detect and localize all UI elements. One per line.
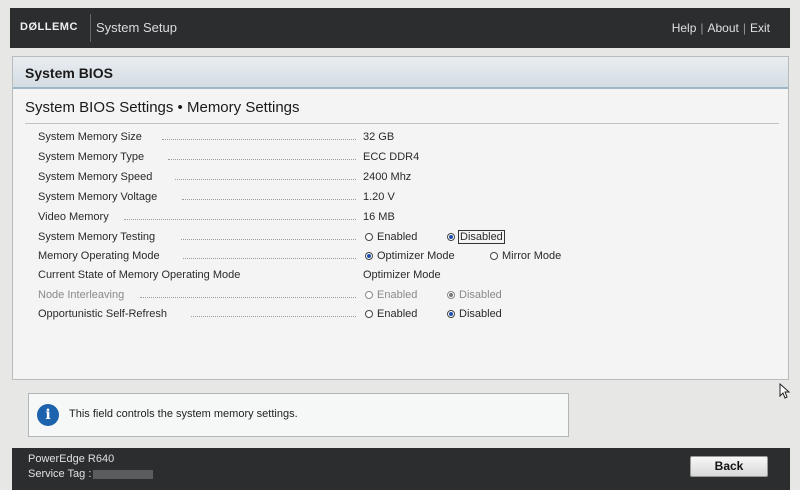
radio-enabled[interactable]: Enabled [365, 231, 417, 243]
radio-circle-icon [365, 233, 373, 241]
setting-row-video-memory: Video Memory 16 MB [38, 209, 758, 228]
radio-enabled: Enabled [365, 289, 417, 301]
back-button[interactable]: Back [690, 456, 768, 477]
help-link[interactable]: Help [672, 21, 697, 35]
panel-title: System BIOS [25, 65, 113, 81]
setting-row-memory-speed: System Memory Speed 2400 Mhz [38, 169, 758, 188]
radio-selected-icon [447, 233, 455, 241]
setting-value: 1.20 V [363, 191, 395, 203]
setting-row-memory-testing: System Memory Testing Enabled Disabled [38, 229, 758, 248]
panel-header: System BIOS [13, 57, 788, 89]
setting-value: 32 GB [363, 131, 395, 143]
dotted-leader [140, 297, 356, 298]
setting-row-memory-voltage: System Memory Voltage 1.20 V [38, 189, 758, 208]
option-label: Enabled [377, 308, 418, 320]
logo-divider [90, 14, 91, 42]
setting-label: System Memory Size [38, 131, 142, 143]
setting-label: System Memory Type [38, 151, 145, 163]
setting-label: System Memory Voltage [38, 191, 158, 203]
radio-disabled[interactable]: Disabled [447, 308, 502, 320]
dotted-leader [124, 219, 356, 220]
setting-label: Node Interleaving [38, 289, 125, 301]
radio-disabled[interactable]: Disabled [447, 230, 505, 244]
dell-emc-logo: DØLLEMC [20, 21, 78, 33]
setting-row-memory-operating-mode: Memory Operating Mode Optimizer Mode Mir… [38, 248, 758, 267]
dotted-leader [183, 258, 356, 259]
setting-label: System Memory Testing [38, 231, 156, 243]
option-label: Mirror Mode [502, 250, 562, 262]
service-tag-label: Service Tag : [28, 468, 92, 480]
setting-label: Current State of Memory Operating Mode [38, 269, 241, 281]
radio-optimizer-mode[interactable]: Optimizer Mode [365, 250, 455, 262]
option-label: Optimizer Mode [377, 250, 455, 262]
radio-enabled[interactable]: Enabled [365, 308, 417, 320]
radio-disabled: Disabled [447, 289, 502, 301]
subtitle-rule [25, 123, 779, 124]
setting-row-memory-type: System Memory Type ECC DDR4 [38, 149, 758, 168]
bios-panel: System BIOS System BIOS Settings • Memor… [12, 56, 789, 380]
radio-circle-icon [490, 252, 498, 260]
radio-selected-icon [447, 291, 455, 299]
exit-link[interactable]: Exit [750, 21, 770, 35]
page-subtitle: System BIOS Settings • Memory Settings [25, 99, 300, 116]
radio-selected-icon [447, 310, 455, 318]
setting-label: System Memory Speed [38, 171, 153, 183]
radio-selected-icon [365, 252, 373, 260]
system-model: PowerEdge R640 [28, 453, 115, 465]
dotted-leader [175, 179, 356, 180]
help-info-box: i This field controls the system memory … [28, 393, 569, 437]
setting-label: Memory Operating Mode [38, 250, 160, 262]
info-icon: i [37, 404, 59, 426]
service-tag-redacted [93, 469, 154, 479]
setting-label: Opportunistic Self-Refresh [38, 308, 167, 320]
option-label: Disabled [459, 289, 502, 301]
dotted-leader [182, 199, 356, 200]
app-title: System Setup [96, 20, 177, 35]
service-tag: Service Tag : [28, 468, 154, 480]
dotted-leader [168, 159, 356, 160]
link-separator: | [700, 21, 704, 35]
setting-row-self-refresh: Opportunistic Self-Refresh Enabled Disab… [38, 306, 758, 325]
setting-row-node-interleaving: Node Interleaving Enabled Disabled [38, 287, 758, 306]
setting-value: 16 MB [363, 211, 395, 223]
setting-row-current-memory-mode: Current State of Memory Operating Mode O… [38, 267, 758, 286]
setting-value: Optimizer Mode [363, 269, 441, 281]
setting-label: Video Memory [38, 211, 109, 223]
setting-value: 2400 Mhz [363, 171, 412, 183]
about-link[interactable]: About [708, 21, 739, 35]
top-bar: DØLLEMC System Setup Help | About | Exit [10, 8, 790, 48]
mouse-cursor-icon [779, 382, 791, 404]
radio-mirror-mode[interactable]: Mirror Mode [490, 250, 561, 262]
dotted-leader [181, 239, 356, 240]
dotted-leader [191, 316, 356, 317]
setting-row-memory-size: System Memory Size 32 GB [38, 129, 758, 148]
dotted-leader [162, 139, 356, 140]
option-label: Disabled [459, 308, 502, 320]
option-label: Disabled [458, 230, 505, 244]
setting-value: ECC DDR4 [363, 151, 420, 163]
top-links: Help | About | Exit [672, 21, 770, 35]
option-label: Enabled [377, 231, 418, 243]
footer-bar: PowerEdge R640 Service Tag : Back [12, 448, 790, 490]
radio-circle-icon [365, 310, 373, 318]
option-label: Enabled [377, 289, 418, 301]
link-separator: | [742, 21, 746, 35]
radio-circle-icon [365, 291, 373, 299]
help-text: This field controls the system memory se… [69, 408, 298, 420]
